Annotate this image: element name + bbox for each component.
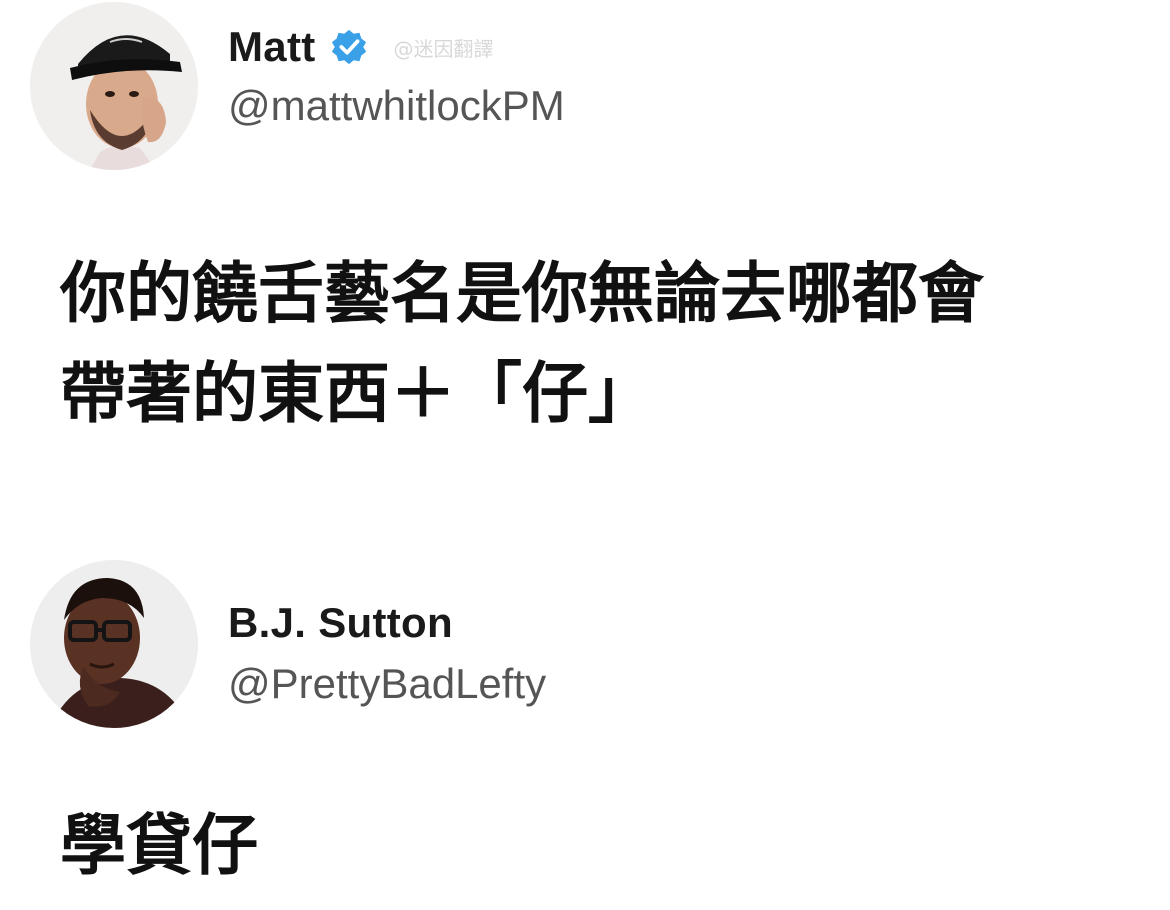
author-row: Matt @迷因翻譯 bbox=[228, 22, 494, 72]
man-with-glasses-avatar-icon bbox=[30, 560, 198, 728]
man-in-black-cap-avatar-icon bbox=[30, 2, 198, 170]
post-body-line: 你的饒舌藝名是你無論去哪都會 bbox=[60, 255, 984, 332]
post-body: 你的饒舌藝名是你無論去哪都會 帶著的東西＋「仔」 bbox=[60, 244, 1130, 444]
avatar-bj-sutton[interactable] bbox=[30, 560, 198, 728]
post-body: 學貸仔 bbox=[60, 796, 1130, 896]
avatar-matt[interactable] bbox=[30, 2, 198, 170]
post-body-line: 帶著的東西＋「仔」 bbox=[60, 355, 654, 432]
watermark-text: @迷因翻譯 bbox=[393, 36, 494, 61]
display-name[interactable]: B.J. Sutton bbox=[228, 599, 453, 647]
display-name[interactable]: Matt bbox=[228, 23, 316, 71]
author-row: B.J. Sutton bbox=[228, 598, 453, 648]
verified-badge-icon bbox=[330, 28, 368, 66]
author-handle[interactable]: @PrettyBadLefty bbox=[228, 660, 546, 708]
author-handle[interactable]: @mattwhitlockPM bbox=[228, 82, 565, 130]
post-body-line: 學貸仔 bbox=[60, 807, 258, 884]
